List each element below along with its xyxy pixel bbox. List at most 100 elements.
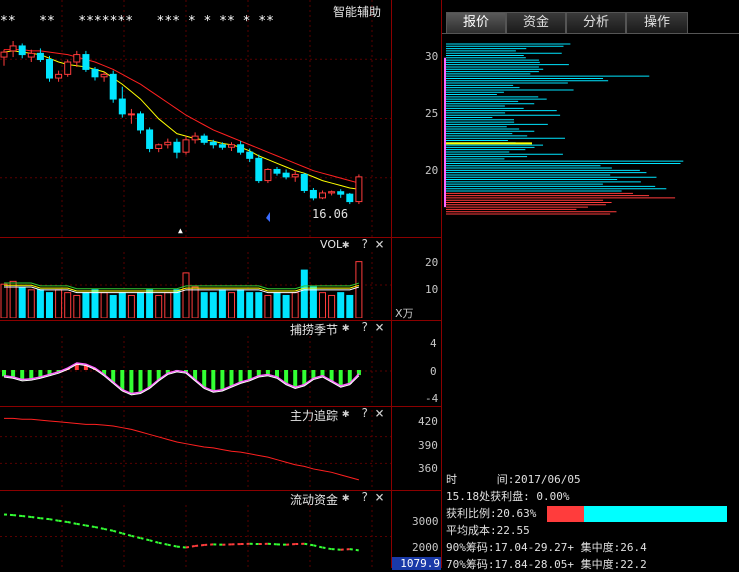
volume-bar [329, 295, 335, 318]
flow-segment [150, 540, 159, 543]
flow-segment [304, 544, 313, 546]
tab-quote[interactable]: 报价 [446, 12, 506, 33]
volume-bar [83, 293, 89, 318]
flow-segment [86, 525, 95, 527]
season-bar [139, 370, 143, 393]
gear-icon[interactable]: ✱ [342, 237, 349, 251]
volume-bar [301, 270, 307, 318]
trace-ytick-360: 360 [418, 462, 438, 475]
flow-segment [204, 544, 213, 545]
flow-segment [77, 524, 86, 526]
flow-ytick-2000: 2000 [412, 541, 439, 554]
flow-segment [268, 544, 277, 545]
close-icon[interactable]: × [375, 235, 384, 253]
vol-unit: X万 [395, 305, 414, 321]
volume-chart[interactable] [0, 252, 391, 318]
date-label: 时 间:2017/06/05 [446, 471, 581, 487]
season-bar [339, 370, 343, 387]
candle-body [229, 145, 235, 147]
flow-segment [113, 531, 122, 534]
flow-chart[interactable] [0, 505, 391, 568]
trace-ytick-390: 390 [418, 439, 438, 452]
volume-bar [1, 284, 7, 318]
flow-segment [168, 545, 177, 547]
candle-body [165, 142, 171, 144]
flow-segment [350, 549, 359, 550]
volume-bar [247, 293, 253, 318]
volume-bar [356, 262, 362, 318]
volume-bar [65, 293, 71, 318]
candle-body [174, 142, 180, 152]
candle-body [338, 192, 344, 194]
volume-bar [274, 293, 280, 318]
close-icon[interactable]: × [375, 318, 384, 336]
date-label-a: 时 [446, 473, 457, 486]
candlestick-chart[interactable] [0, 0, 391, 237]
season-bar [120, 370, 124, 390]
flow-segment [104, 529, 113, 531]
date-value: 2017/06/05 [514, 473, 580, 486]
season-bar [239, 370, 243, 383]
volume-bar [192, 287, 198, 318]
flow-segment [50, 519, 59, 521]
chip70-line: 70%筹码:17.84-28.05+ 集中度:22.2 [446, 556, 647, 572]
candle-body [347, 194, 353, 201]
candle-body [83, 55, 89, 70]
volume-bar [28, 290, 34, 318]
volume-bar [210, 293, 216, 318]
chip90-line: 90%筹码:17.04-29.27+ 集中度:26.4 [446, 539, 647, 555]
volume-bar [138, 293, 144, 318]
chip-distribution-chart[interactable] [442, 34, 739, 234]
season-ytick-neg4: -4 [425, 392, 438, 405]
triangle-marker-icon: ▲ [178, 226, 183, 235]
candle-body [138, 114, 144, 130]
flow-segment [59, 521, 68, 522]
volume-bar [292, 293, 298, 318]
volume-bar [110, 295, 116, 318]
volume-bar [92, 290, 98, 318]
trace-chart[interactable] [0, 410, 391, 490]
trace-ytick-420: 420 [418, 415, 438, 428]
candle-body [183, 140, 189, 152]
low-price-label: 16.06 [312, 207, 348, 221]
flow-segment [95, 527, 104, 529]
candle-body [37, 53, 43, 59]
season-bar [211, 370, 215, 392]
volume-bar [238, 290, 244, 318]
help-icon[interactable]: ? [361, 237, 368, 251]
volume-bar [265, 295, 271, 318]
flow-segment [68, 522, 77, 524]
candle-body [192, 136, 198, 140]
candle-body [201, 136, 207, 142]
tab-funds[interactable]: 资金 [506, 12, 566, 33]
flow-segment [341, 549, 350, 550]
candle-body [56, 74, 62, 78]
avg-cost: 平均成本:22.55 [446, 522, 530, 538]
candle-body [283, 173, 289, 177]
candle-body [292, 174, 298, 176]
help-icon[interactable]: ? [361, 490, 368, 504]
season-bar [129, 370, 133, 394]
close-icon[interactable]: × [375, 488, 384, 506]
gear-icon[interactable]: ✱ [342, 490, 349, 504]
flow-segment [141, 538, 150, 540]
flow-segment [177, 547, 186, 548]
tab-operation[interactable]: 操作 [626, 12, 688, 33]
season-bar [230, 370, 234, 387]
volume-bar [201, 293, 207, 318]
candle-body [128, 114, 134, 115]
volume-bar [310, 287, 316, 318]
trace-line [4, 418, 359, 479]
flow-segment [323, 548, 332, 550]
season-chart[interactable] [0, 336, 391, 406]
volume-bar [19, 287, 25, 318]
volume-bar [74, 295, 80, 318]
gear-icon[interactable]: ✱ [342, 320, 349, 334]
volume-bar [283, 295, 289, 318]
candle-body [265, 169, 271, 180]
season-bar [220, 370, 224, 390]
chip-ytick-25: 25 [425, 107, 438, 120]
tab-analysis[interactable]: 分析 [566, 12, 626, 33]
help-icon[interactable]: ? [361, 320, 368, 334]
candle-body [156, 145, 162, 149]
